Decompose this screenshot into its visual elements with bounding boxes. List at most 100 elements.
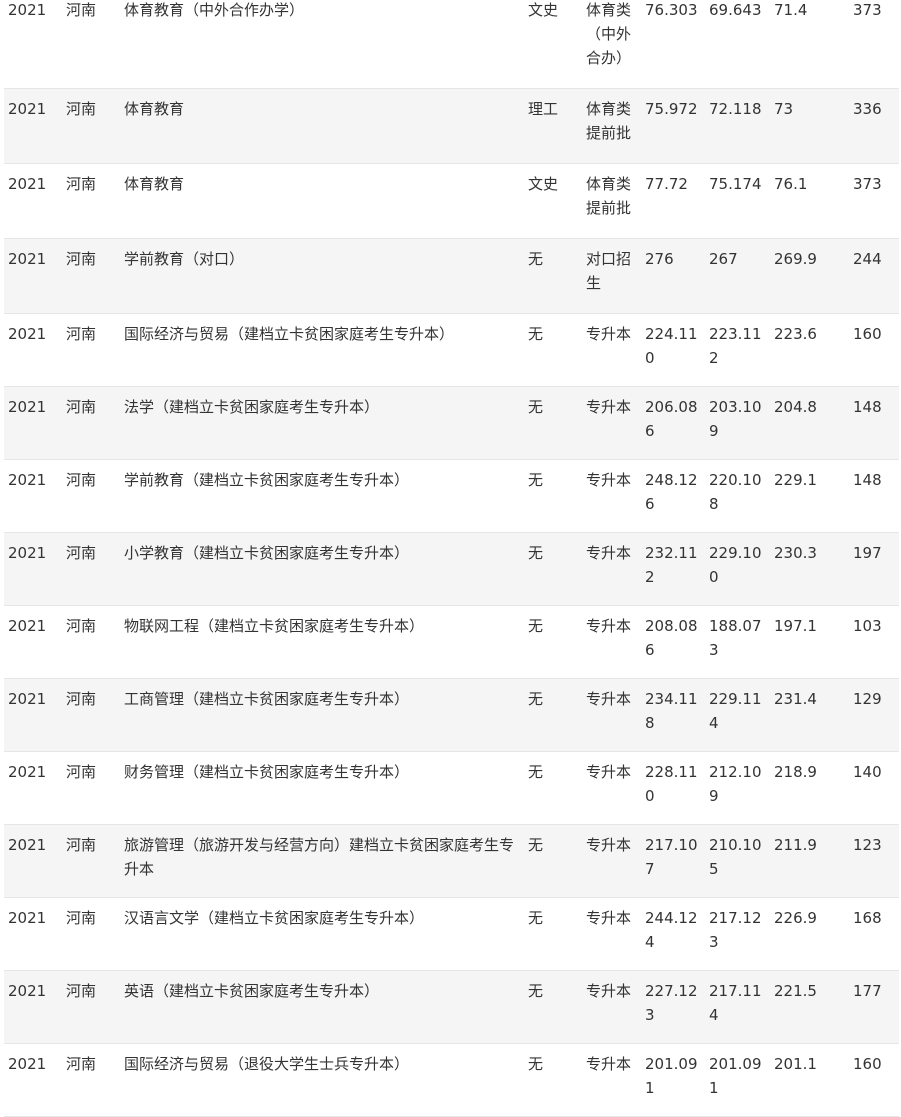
major-cell: 旅游管理（旅游开发与经营方向）建档立卡贫困家庭考生专升本: [124, 836, 515, 878]
major-cell: 物联网工程（建档立卡贫困家庭考生专升本）: [124, 617, 425, 635]
subject-cell: 无: [528, 763, 544, 781]
control-line-cell: 103: [853, 617, 882, 635]
subject-cell: 无: [528, 617, 544, 635]
control-line-cell: 160: [853, 325, 882, 343]
max-score-cell: 276: [645, 250, 674, 268]
subject-cell: 文史: [528, 175, 559, 193]
min-score-cell: 223.112: [709, 325, 762, 367]
min-score-cell: 229.100: [709, 544, 762, 586]
province-cell: 河南: [66, 982, 97, 1000]
avg-score-cell: 221.5: [774, 982, 817, 1000]
year-cell: 2021: [8, 836, 47, 854]
subject-cell: 无: [528, 544, 544, 562]
table-row: 2021 河南 体育教育 文史 体育类提前批 77.72 75.174 76.1 373: [4, 164, 899, 239]
max-score-cell: 76.303: [645, 1, 698, 19]
year-cell: 2021: [8, 471, 47, 489]
batch-cell: 专升本: [586, 763, 632, 781]
major-cell: 法学（建档立卡贫困家庭考生专升本）: [124, 398, 380, 416]
subject-cell: 无: [528, 982, 544, 1000]
subject-cell: 无: [528, 909, 544, 927]
max-score-cell: 208.086: [645, 617, 698, 659]
batch-cell: 专升本: [586, 544, 632, 562]
major-cell: 汉语言文学（建档立卡贫困家庭考生专升本）: [124, 909, 425, 927]
avg-score-cell: 269.9: [774, 250, 817, 268]
control-line-cell: 373: [853, 1, 882, 19]
avg-score-cell: 226.9: [774, 909, 817, 927]
province-cell: 河南: [66, 544, 97, 562]
major-cell: 工商管理（建档立卡贫困家庭考生专升本）: [124, 690, 410, 708]
control-line-cell: 148: [853, 471, 882, 489]
min-score-cell: 72.118: [709, 100, 762, 118]
major-cell: 小学教育（建档立卡贫困家庭考生专升本）: [124, 544, 410, 562]
min-score-cell: 75.174: [709, 175, 762, 193]
subject-cell: 理工: [528, 100, 559, 118]
year-cell: 2021: [8, 690, 47, 708]
max-score-cell: 232.112: [645, 544, 698, 586]
min-score-cell: 201.091: [709, 1055, 762, 1097]
subject-cell: 无: [528, 690, 544, 708]
avg-score-cell: 230.3: [774, 544, 817, 562]
major-cell: 学前教育（对口）: [124, 250, 245, 268]
province-cell: 河南: [66, 250, 97, 268]
min-score-cell: 217.114: [709, 982, 762, 1024]
control-line-cell: 373: [853, 175, 882, 193]
control-line-cell: 129: [853, 690, 882, 708]
max-score-cell: 224.110: [645, 325, 698, 367]
province-cell: 河南: [66, 398, 97, 416]
control-line-cell: 244: [853, 250, 882, 268]
province-cell: 河南: [66, 836, 97, 854]
major-cell: 财务管理（建档立卡贫困家庭考生专升本）: [124, 763, 410, 781]
batch-cell: 专升本: [586, 690, 632, 708]
batch-cell: 体育类（中外合办）: [586, 1, 632, 67]
province-cell: 河南: [66, 175, 97, 193]
major-cell: 学前教育（建档立卡贫困家庭考生专升本）: [124, 471, 410, 489]
avg-score-cell: 73: [774, 100, 794, 118]
table-row: 2021 河南 物联网工程（建档立卡贫困家庭考生专升本） 无 专升本 208.086 188…: [4, 606, 899, 679]
control-line-cell: 123: [853, 836, 882, 854]
batch-cell: 专升本: [586, 836, 632, 854]
subject-cell: 无: [528, 471, 544, 489]
major-cell: 体育教育: [124, 100, 185, 118]
province-cell: 河南: [66, 763, 97, 781]
max-score-cell: 217.107: [645, 836, 698, 878]
batch-cell: 专升本: [586, 471, 632, 489]
max-score-cell: 228.110: [645, 763, 698, 805]
subject-cell: 文史: [528, 1, 559, 19]
major-cell: 国际经济与贸易（建档立卡贫困家庭考生专升本）: [124, 325, 455, 343]
max-score-cell: 244.124: [645, 909, 698, 951]
subject-cell: 无: [528, 1055, 544, 1073]
table-row: 2021 河南 财务管理（建档立卡贫困家庭考生专升本） 无 专升本 228.110 212.…: [4, 752, 899, 825]
table-row: 2021 河南 体育教育 理工 体育类提前批 75.972 72.118 73 336: [4, 88, 899, 164]
avg-score-cell: 76.1: [774, 175, 808, 193]
avg-score-cell: 229.1: [774, 471, 817, 489]
batch-cell: 对口招生: [586, 250, 632, 292]
avg-score-cell: 197.1: [774, 617, 817, 635]
max-score-cell: 77.72: [645, 175, 688, 193]
control-line-cell: 148: [853, 398, 882, 416]
year-cell: 2021: [8, 175, 47, 193]
control-line-cell: 168: [853, 909, 882, 927]
max-score-cell: 206.086: [645, 398, 698, 440]
max-score-cell: 248.126: [645, 471, 698, 513]
province-cell: 河南: [66, 909, 97, 927]
table-row: 2021 河南 法学（建档立卡贫困家庭考生专升本） 无 专升本 206.086 203.10…: [4, 386, 899, 460]
province-cell: 河南: [66, 690, 97, 708]
table-row: 2021 河南 学前教育（建档立卡贫困家庭考生专升本） 无 专升本 248.126 220.…: [4, 460, 899, 533]
table-row: 2021 河南 学前教育（对口） 无 对口招生 276 267 269.9 244: [4, 238, 899, 314]
province-cell: 河南: [66, 617, 97, 635]
subject-cell: 无: [528, 250, 544, 268]
batch-cell: 专升本: [586, 617, 632, 635]
table-row: 2021 河南 体育教育（中外合作办学） 文史 体育类（中外合办） 76.303 69.64…: [4, 0, 899, 89]
batch-cell: 专升本: [586, 982, 632, 1000]
batch-cell: 专升本: [586, 1055, 632, 1073]
subject-cell: 无: [528, 325, 544, 343]
control-line-cell: 197: [853, 544, 882, 562]
max-score-cell: 201.091: [645, 1055, 698, 1097]
year-cell: 2021: [8, 544, 47, 562]
year-cell: 2021: [8, 617, 47, 635]
batch-cell: 专升本: [586, 325, 632, 343]
min-score-cell: 267: [709, 250, 738, 268]
table-row: 2021 河南 国际经济与贸易（退役大学生士兵专升本） 无 专升本 201.091 201.…: [4, 1044, 899, 1117]
avg-score-cell: 71.4: [774, 1, 808, 19]
admission-score-table: 2021 河南 体育教育（中外合作办学） 文史 体育类（中外合办） 76.303 69.64…: [4, 0, 899, 1117]
